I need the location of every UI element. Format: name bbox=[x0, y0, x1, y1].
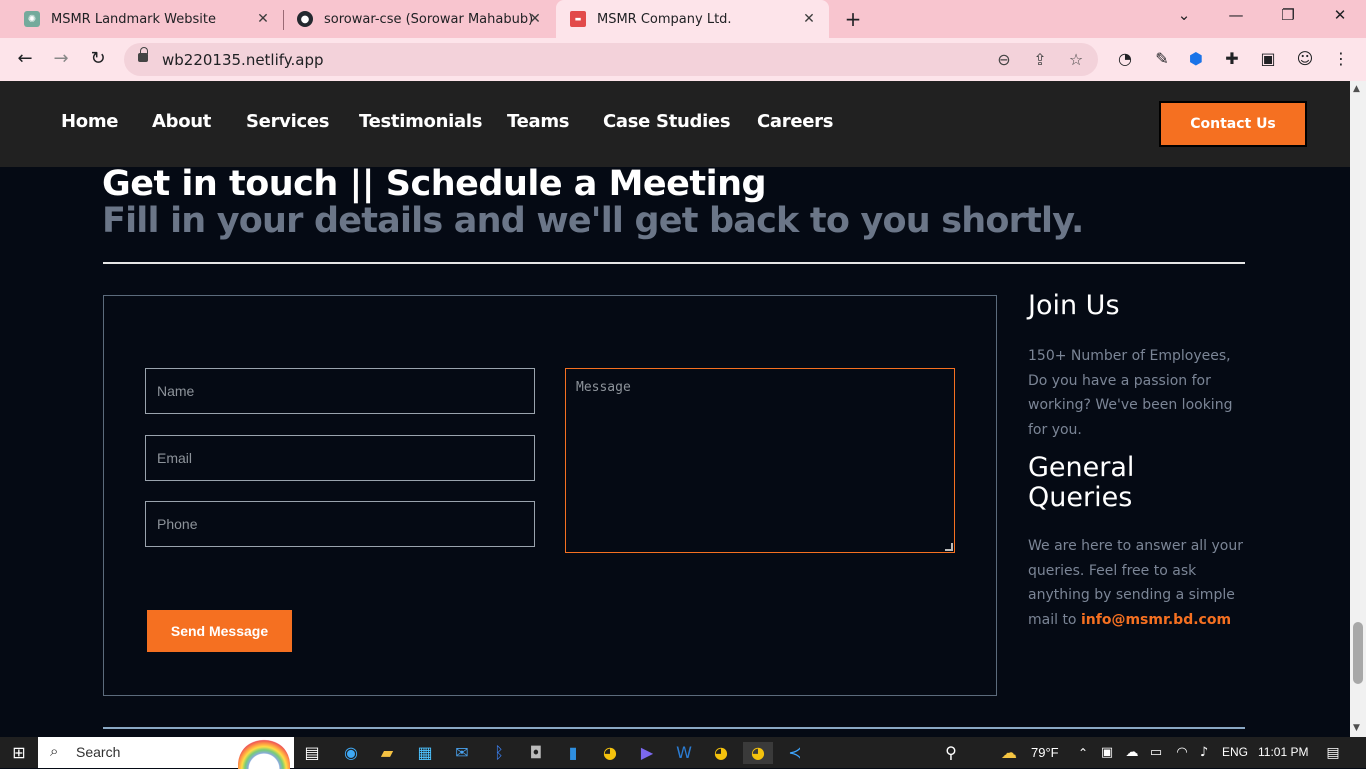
page-scrollbar[interactable]: ▲ ▼ bbox=[1350, 81, 1366, 737]
chevron-up-icon[interactable]: ⌃ bbox=[1072, 742, 1094, 764]
weather-icon[interactable]: ☁ bbox=[998, 742, 1020, 764]
search-icon: ⌕ bbox=[50, 742, 59, 760]
tab-msmr-landmark[interactable]: ✺ MSMR Landmark Website ✕ bbox=[0, 0, 283, 38]
url-text: wb220135.netlify.app bbox=[162, 51, 324, 69]
media-player-icon[interactable]: ▶ bbox=[636, 742, 658, 764]
join-us-text: 150+ Number of Employees, Do you have a … bbox=[1028, 348, 1233, 438]
reload-icon[interactable]: ↻ bbox=[87, 48, 109, 69]
tray-app-icon[interactable]: ▣ bbox=[1096, 742, 1118, 764]
chatgpt-icon: ✺ bbox=[24, 11, 40, 27]
email-link[interactable]: info@msmr.bd.com bbox=[1081, 612, 1231, 628]
page-subtitle: Fill in your details and we'll get back … bbox=[102, 201, 1084, 241]
lock-icon[interactable] bbox=[138, 47, 148, 62]
tab-msmr-company[interactable]: ▬ MSMR Company Ltd. ✕ bbox=[556, 0, 829, 38]
restore-icon[interactable]: ❐ bbox=[1276, 6, 1300, 24]
message-textarea[interactable] bbox=[565, 368, 955, 553]
join-us-title: Join Us bbox=[1028, 290, 1120, 321]
battery-icon[interactable]: ▭ bbox=[1145, 742, 1167, 764]
contact-form: Send Message bbox=[103, 295, 997, 696]
windows-taskbar: ⊞ ⌕ Search ▤ ◉ ▰ ▦ ✉ ᛒ ◘ ▮ ◕ ▶ W ◕ ◕ ≺ ⚲… bbox=[0, 737, 1366, 769]
chrome-profile-icon[interactable]: ◕ bbox=[710, 742, 732, 764]
tab-separator bbox=[283, 10, 284, 30]
close-icon[interactable]: ✕ bbox=[527, 11, 543, 27]
language-indicator[interactable]: ENG bbox=[1222, 745, 1248, 759]
tab-title: sorowar-cse (Sorowar Mahabub) bbox=[324, 11, 534, 27]
scroll-thumb[interactable] bbox=[1353, 622, 1363, 684]
chevron-down-icon[interactable]: ⌄ bbox=[1172, 6, 1196, 24]
email-input[interactable] bbox=[145, 435, 535, 481]
notifications-icon[interactable]: ▤ bbox=[1322, 742, 1344, 764]
zoom-icon[interactable]: ⊖ bbox=[994, 50, 1014, 69]
scroll-up-icon[interactable]: ▲ bbox=[1353, 84, 1360, 94]
close-icon[interactable]: ✕ bbox=[255, 11, 271, 27]
mail-icon[interactable]: ✉ bbox=[451, 742, 473, 764]
close-icon[interactable]: ✕ bbox=[801, 11, 817, 27]
nav-careers[interactable]: Careers bbox=[757, 111, 833, 132]
share-icon[interactable]: ⇪ bbox=[1030, 50, 1050, 69]
app-icon[interactable]: ▮ bbox=[562, 742, 584, 764]
search-highlight-image bbox=[238, 739, 290, 769]
contact-section: Get in touch || Schedule a Meeting Fill … bbox=[0, 167, 1350, 737]
nav-services[interactable]: Services bbox=[246, 111, 329, 132]
task-view-icon[interactable]: ▤ bbox=[301, 742, 323, 764]
word-icon[interactable]: W bbox=[673, 742, 695, 764]
bluetooth-icon[interactable]: ᛒ bbox=[488, 742, 510, 764]
send-message-button[interactable]: Send Message bbox=[147, 610, 292, 652]
phone-input[interactable] bbox=[145, 501, 535, 547]
tab-title: MSMR Landmark Website bbox=[51, 11, 217, 27]
browser-tab-strip: ✺ MSMR Landmark Website ✕ ● sorowar-cse … bbox=[0, 0, 1366, 38]
tab-github[interactable]: ● sorowar-cse (Sorowar Mahabub) ✕ bbox=[285, 0, 555, 38]
file-explorer-icon[interactable]: ▰ bbox=[376, 742, 398, 764]
puzzle-extensions-icon[interactable]: ✚ bbox=[1221, 48, 1243, 70]
tab-title: MSMR Company Ltd. bbox=[597, 11, 732, 27]
menu-kebab-icon[interactable]: ⋮ bbox=[1330, 48, 1352, 70]
back-icon[interactable]: ← bbox=[14, 48, 36, 69]
extension-blue-icon[interactable]: ⬢ bbox=[1185, 48, 1207, 70]
general-queries-title-line1: General bbox=[1028, 452, 1135, 483]
side-panel-icon[interactable]: ▣ bbox=[1257, 48, 1279, 70]
github-icon: ● bbox=[297, 11, 313, 27]
wifi-icon[interactable]: ◠ bbox=[1171, 742, 1193, 764]
name-input[interactable] bbox=[145, 368, 535, 414]
edge-icon[interactable]: ◉ bbox=[340, 742, 362, 764]
nav-teams[interactable]: Teams bbox=[507, 111, 570, 132]
clock[interactable]: 11:01 PM bbox=[1258, 745, 1308, 759]
eyedropper-extension-icon[interactable]: ✎ bbox=[1151, 48, 1173, 70]
performance-icon[interactable]: ◔ bbox=[1114, 48, 1136, 70]
nav-home[interactable]: Home bbox=[61, 111, 119, 132]
nav-about[interactable]: About bbox=[152, 111, 211, 132]
page-title: Get in touch || Schedule a Meeting bbox=[102, 167, 767, 204]
minimize-icon[interactable]: — bbox=[1224, 6, 1248, 24]
address-bar[interactable]: wb220135.netlify.app ⊖ ⇪ ☆ bbox=[124, 43, 1098, 76]
contact-us-button[interactable]: Contact Us bbox=[1159, 101, 1307, 147]
volume-icon[interactable]: ♪ bbox=[1193, 742, 1215, 764]
general-queries-title-line2: Queries bbox=[1028, 482, 1133, 513]
site-navbar: Home About Services Testimonials Teams C… bbox=[0, 81, 1350, 167]
resize-handle-icon[interactable] bbox=[945, 543, 953, 551]
weather-temperature[interactable]: 79°F bbox=[1031, 745, 1059, 760]
divider bbox=[103, 727, 1245, 729]
general-queries-text: We are here to answer all your queries. … bbox=[1028, 534, 1250, 632]
nav-testimonials[interactable]: Testimonials bbox=[359, 111, 482, 132]
nav-case-studies[interactable]: Case Studies bbox=[603, 111, 731, 132]
people-icon[interactable]: ⚲ bbox=[940, 742, 962, 764]
forward-icon[interactable]: → bbox=[50, 48, 72, 69]
store-icon[interactable]: ▦ bbox=[414, 742, 436, 764]
scroll-down-icon[interactable]: ▼ bbox=[1353, 723, 1360, 733]
profile-avatar[interactable]: ☺ bbox=[1294, 48, 1316, 70]
onedrive-icon[interactable]: ☁ bbox=[1121, 742, 1143, 764]
general-queries-title: General Queries bbox=[1028, 453, 1134, 513]
vscode-icon[interactable]: ≺ bbox=[784, 742, 806, 764]
windows-start-icon[interactable]: ⊞ bbox=[8, 742, 30, 764]
star-icon[interactable]: ☆ bbox=[1066, 50, 1086, 69]
site-favicon-icon: ▬ bbox=[570, 11, 586, 27]
search-label: Search bbox=[76, 744, 121, 760]
taskbar-search[interactable]: ⌕ Search bbox=[38, 737, 294, 769]
new-tab-icon[interactable]: + bbox=[843, 7, 863, 31]
chrome-icon[interactable]: ◕ bbox=[599, 742, 621, 764]
close-window-icon[interactable]: ✕ bbox=[1328, 6, 1352, 24]
chrome-active-icon[interactable]: ◕ bbox=[743, 742, 773, 764]
camera-icon[interactable]: ◘ bbox=[525, 742, 547, 764]
divider bbox=[103, 262, 1245, 264]
